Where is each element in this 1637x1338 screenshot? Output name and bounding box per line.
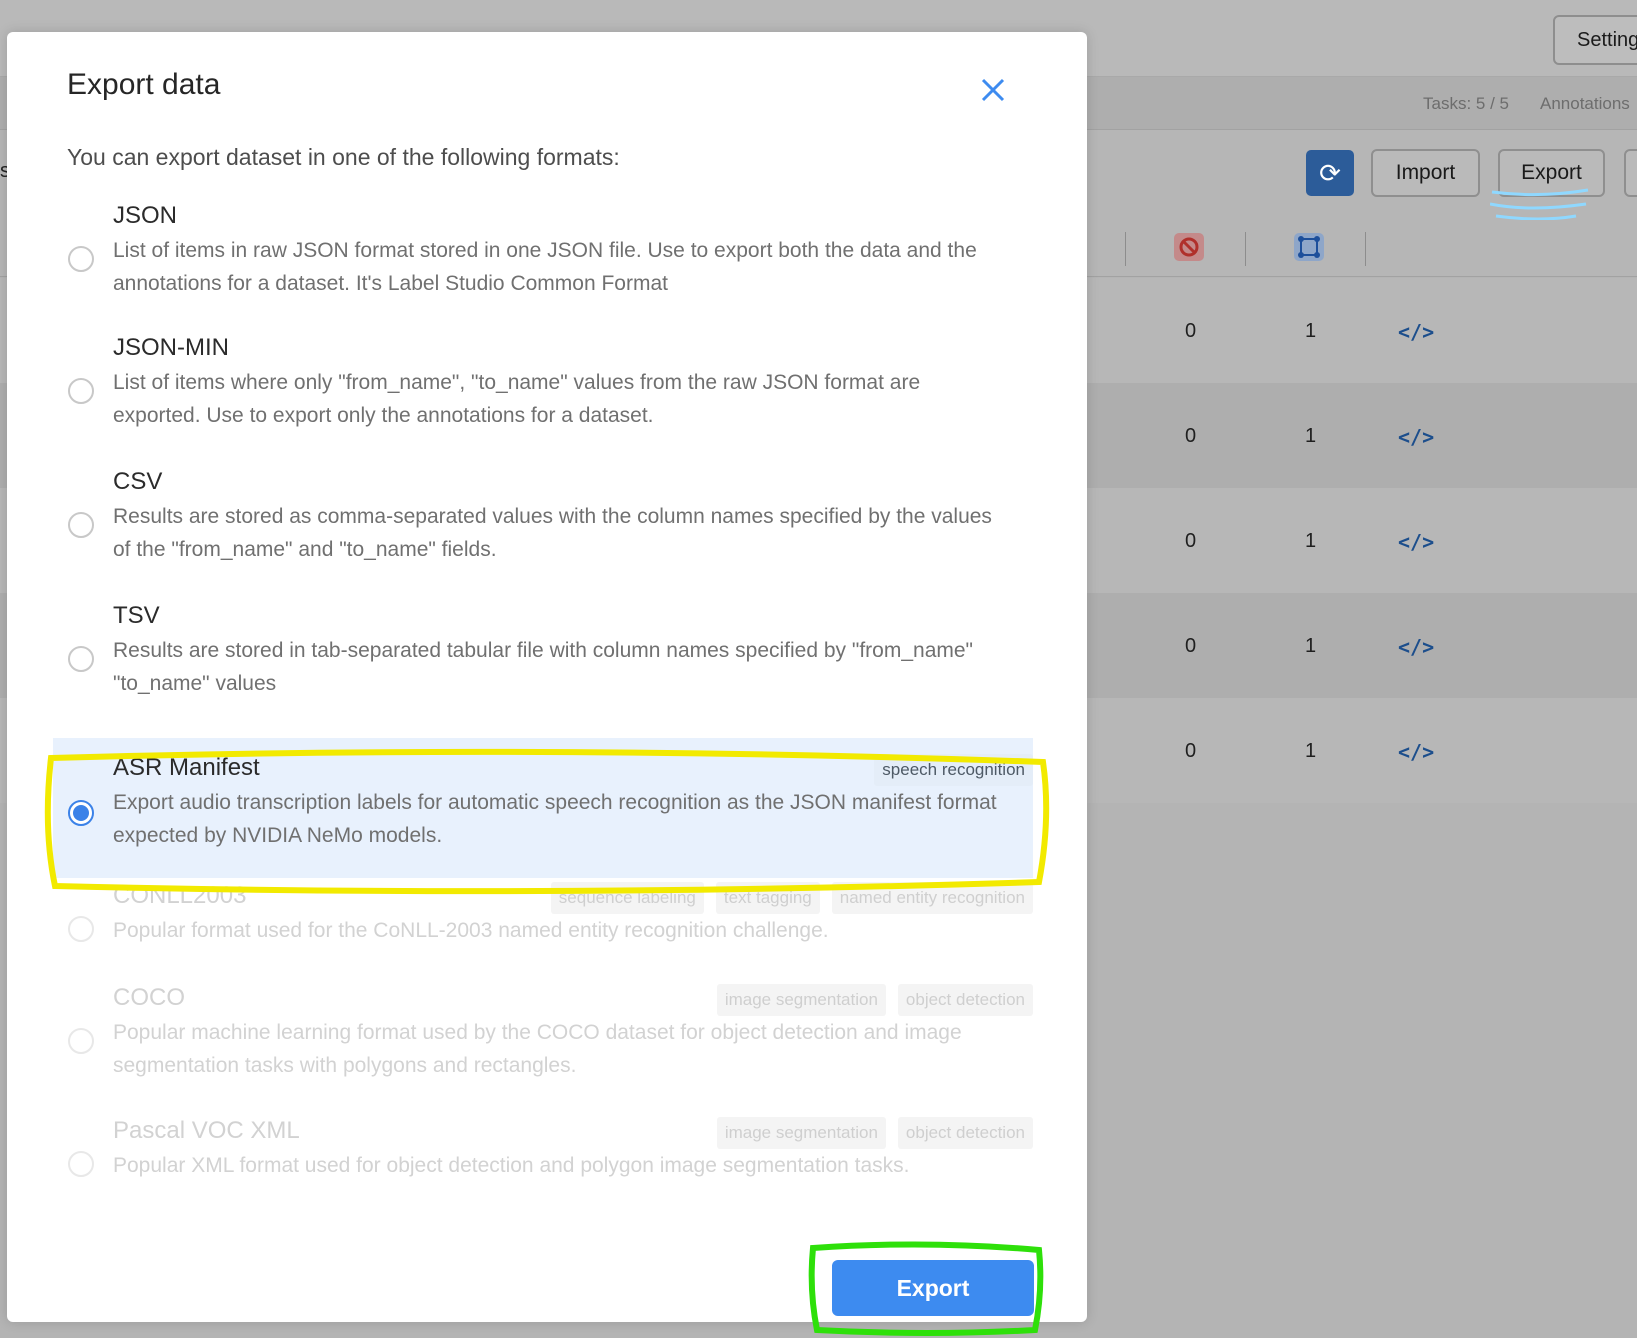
refresh-icon[interactable]: ⟳ bbox=[1306, 150, 1354, 196]
format-tags: image segmentation object detection bbox=[716, 1117, 1033, 1149]
export-modal: Export data You can export dataset in on… bbox=[7, 32, 1087, 1336]
annotation-count: 1 bbox=[1305, 320, 1317, 342]
code-icon[interactable]: </> bbox=[1398, 530, 1434, 554]
export-format-option[interactable]: JSON List of items in raw JSON format sto… bbox=[53, 202, 1033, 317]
rejected-count: 0 bbox=[1185, 740, 1197, 762]
export-button[interactable]: Export bbox=[832, 1260, 1034, 1316]
toolbar-extra-button[interactable] bbox=[1624, 149, 1637, 197]
format-tags: speech recognition bbox=[874, 754, 1033, 786]
format-tag: named entity recognition bbox=[831, 882, 1033, 914]
settings-button[interactable]: Settings bbox=[1553, 15, 1637, 65]
format-name: CONLL2003 bbox=[113, 882, 247, 909]
code-icon[interactable]: </> bbox=[1398, 425, 1434, 449]
export-format-option[interactable]: TSV Results are stored in tab-separated t… bbox=[53, 602, 1033, 717]
format-tags: image segmentation object detection bbox=[716, 984, 1033, 1016]
format-tag: object detection bbox=[897, 1117, 1033, 1149]
format-tag: sequence labeling bbox=[550, 882, 704, 914]
export-format-option: CONLL2003 Popular format used for the CoN… bbox=[53, 882, 1033, 962]
format-name: CSV bbox=[113, 468, 163, 495]
export-format-option[interactable]: JSON-MIN List of items where only "from_n… bbox=[53, 334, 1033, 449]
annotations-count: Annotations bbox=[1540, 94, 1630, 113]
export-format-option[interactable]: CSV Results are stored as comma-separated… bbox=[53, 468, 1033, 583]
format-description: List of items in raw JSON format stored … bbox=[113, 239, 977, 295]
format-name: JSON-MIN bbox=[113, 334, 229, 361]
tasks-count: Tasks: 5 / 5 bbox=[1423, 94, 1509, 113]
column-separator bbox=[1245, 232, 1246, 266]
format-description: Results are stored in tab-separated tabu… bbox=[113, 639, 973, 695]
format-name: ASR Manifest bbox=[113, 754, 260, 781]
format-description: Results are stored as comma-separated va… bbox=[113, 505, 992, 561]
format-tag: text tagging bbox=[715, 882, 820, 914]
close-icon[interactable] bbox=[975, 72, 1011, 108]
export-format-option: Pascal VOC XML Popular XML format used fo… bbox=[53, 1117, 1033, 1197]
format-description: Popular XML format used for object detec… bbox=[113, 1154, 910, 1177]
format-name: JSON bbox=[113, 202, 178, 229]
format-name: TSV bbox=[113, 602, 160, 629]
export-format-option[interactable]: ASR Manifest Export audio transcription l… bbox=[53, 738, 1033, 878]
import-button[interactable]: Import bbox=[1371, 149, 1480, 197]
code-icon[interactable]: </> bbox=[1398, 635, 1434, 659]
format-tag: object detection bbox=[897, 984, 1033, 1016]
format-name: COCO bbox=[113, 984, 185, 1011]
code-icon[interactable]: </> bbox=[1398, 740, 1434, 764]
format-tag: speech recognition bbox=[874, 754, 1033, 786]
format-description: Popular machine learning format used by … bbox=[113, 1021, 962, 1077]
annotation-count: 1 bbox=[1305, 635, 1317, 657]
format-description: List of items where only "from_name", "t… bbox=[113, 371, 921, 427]
rejected-column-icon[interactable] bbox=[1174, 233, 1204, 261]
annotation-count: 1 bbox=[1305, 530, 1317, 552]
format-description: Export audio transcription labels for au… bbox=[113, 791, 997, 847]
code-icon[interactable]: </> bbox=[1398, 320, 1434, 344]
modal-title: Export data bbox=[67, 68, 221, 101]
rejected-count: 0 bbox=[1185, 425, 1197, 447]
rejected-count: 0 bbox=[1185, 530, 1197, 552]
column-separator bbox=[1125, 232, 1126, 266]
format-tag: image segmentation bbox=[716, 1117, 886, 1149]
export-intro-text: You can export dataset in one of the fol… bbox=[67, 144, 620, 170]
annotation-count: 1 bbox=[1305, 740, 1317, 762]
annotation-count: 1 bbox=[1305, 425, 1317, 447]
rejected-count: 0 bbox=[1185, 320, 1197, 342]
column-separator bbox=[1365, 232, 1366, 266]
rejected-count: 0 bbox=[1185, 635, 1197, 657]
format-description: Popular format used for the CoNLL-2003 n… bbox=[113, 919, 829, 942]
format-tags: sequence labeling text tagging named entit… bbox=[550, 882, 1033, 914]
format-name: Pascal VOC XML bbox=[113, 1117, 300, 1144]
predictions-column-icon[interactable] bbox=[1294, 233, 1324, 261]
export-format-option: COCO Popular machine learning format used… bbox=[53, 984, 1033, 1094]
format-tag: image segmentation bbox=[716, 984, 886, 1016]
